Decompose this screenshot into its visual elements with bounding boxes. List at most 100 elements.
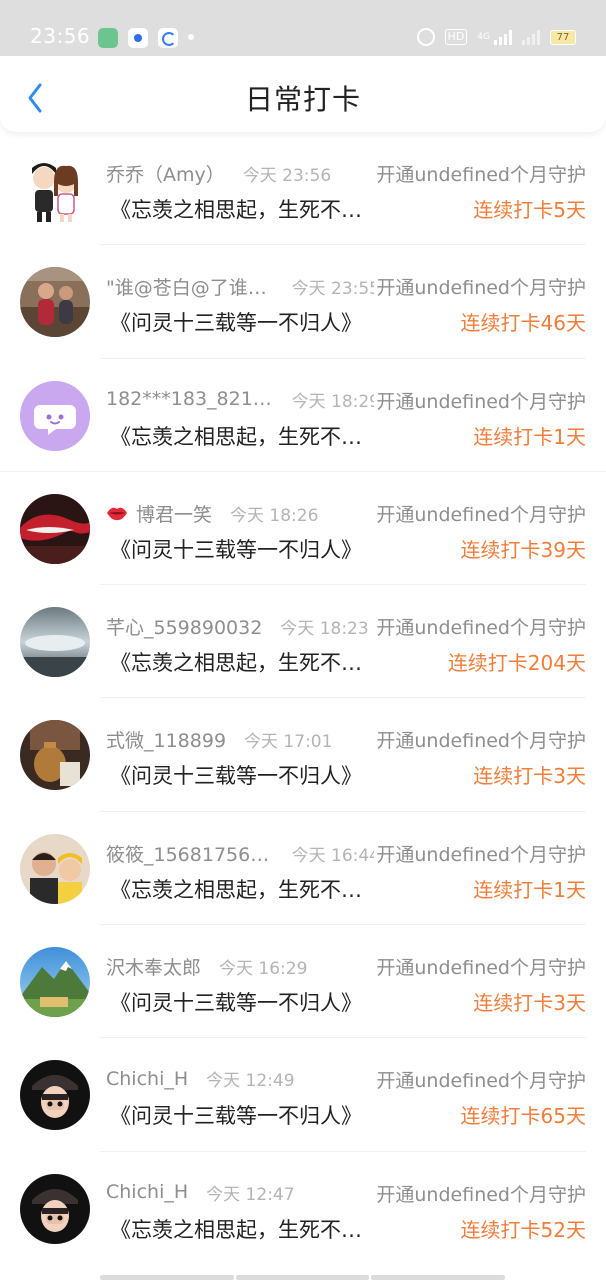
user-avatar[interactable]: [20, 607, 90, 678]
streak-count: 连续打卡3天: [473, 991, 586, 1016]
user-info: 博君一笑 今天 18:26: [106, 500, 380, 527]
default-chat-avatar: [20, 380, 90, 451]
guard-status: 开通undefined个月守护: [374, 273, 586, 301]
user-avatar[interactable]: [20, 493, 90, 564]
checkin-content: 《问灵十三载等一不归人》: [110, 311, 362, 336]
app-notification-icon: [158, 28, 178, 48]
username[interactable]: 筱筱_1568175686xx: [106, 840, 274, 867]
checkin-time: 今天 18:26: [230, 505, 319, 526]
checkin-time: 今天 18:29: [291, 391, 380, 412]
username[interactable]: 博君一笑: [136, 500, 212, 527]
checkin-content: 《忘羡之相思起，生死不离》: [110, 424, 382, 449]
hd-icon: HD: [444, 29, 468, 45]
username[interactable]: 乔乔（Amy）: [106, 160, 225, 187]
checkin-content: 《忘羡之相思起，生死不离》: [110, 651, 382, 676]
list-item[interactable]: 芊心_559890032 今天 18:23 开通undefined个月守护 《忘…: [0, 585, 606, 699]
signal-icon: [522, 29, 540, 45]
checkin-time: 今天 17:01: [244, 732, 333, 753]
girl-hat-avatar: [20, 1060, 90, 1131]
network-type-label: 4G: [477, 31, 490, 42]
app-notification-icon: [98, 28, 118, 48]
guard-status: 开通undefined个月守护: [374, 613, 586, 641]
app-notification-icon: [128, 28, 148, 48]
user-avatar[interactable]: [20, 1173, 90, 1244]
checkin-time: 今天 23:55: [291, 279, 380, 300]
more-notifications-icon: [188, 34, 194, 40]
page-title: 日常打卡: [244, 83, 361, 116]
checkin-content: 《问灵十三载等一不归人》: [110, 1104, 362, 1129]
username[interactable]: Chichi_H: [106, 1068, 188, 1090]
guard-status: 开通undefined个月守护: [374, 160, 586, 187]
bottom-scroll-indicator: [100, 1275, 506, 1280]
checkin-time: 今天 16:44: [291, 845, 380, 866]
user-avatar[interactable]: [20, 1060, 90, 1131]
user-info: 乔乔（Amy） 今天 23:56: [106, 160, 380, 187]
checkin-time: 今天 23:56: [242, 166, 332, 186]
couple-cartoon-avatar: [32, 163, 78, 222]
user-avatar[interactable]: [20, 154, 90, 224]
header-bar: 日常打卡: [0, 56, 606, 132]
list-item[interactable]: Chichi_H 今天 12:49 开通undefined个月守护 《问灵十三载…: [0, 1038, 606, 1152]
list-item[interactable]: Chichi_H 今天 12:47 开通undefined个月守护 《忘羡之相思…: [0, 1152, 606, 1265]
guard-status: 开通undefined个月守护: [374, 499, 586, 527]
user-info: 芊心_559890032 今天 18:23: [106, 613, 380, 640]
guard-status: 开通undefined个月守护: [374, 726, 586, 754]
list-item[interactable]: 博君一笑 今天 18:26 开通undefined个月守护 《问灵十三载等一不归…: [0, 472, 606, 586]
streak-count: 连续打卡5天: [473, 198, 586, 222]
user-info: 筱筱_1568175686xx 今天 16:44: [106, 840, 380, 867]
streak-count: 连续打卡3天: [473, 764, 586, 789]
user-info: Chichi_H 今天 12:47: [106, 1180, 380, 1205]
user-avatar[interactable]: [20, 720, 90, 791]
guard-status: 开通undefined个月守护: [374, 386, 586, 414]
jar-avatar: [20, 720, 90, 791]
user-avatar[interactable]: [20, 267, 90, 338]
lips-avatar: [20, 493, 90, 564]
checkin-content: 《问灵十三载等一不归人》: [110, 764, 362, 789]
user-avatar[interactable]: [20, 833, 90, 904]
mountain-avatar: [20, 947, 90, 1018]
checkin-list: 乔乔（Amy） 今天 23:56 开通undefined个月守护 《忘羡之相思起…: [0, 132, 606, 1265]
guard-status: 开通undefined个月守护: [374, 1066, 586, 1094]
streak-count: 连续打卡1天: [473, 424, 586, 449]
streak-count: 连续打卡39天: [460, 537, 586, 562]
list-item[interactable]: 182***183_82146920 今天 18:29 开通undefined个…: [0, 359, 606, 472]
guard-status: 开通undefined个月守护: [374, 953, 586, 981]
streak-count: 连续打卡46天: [460, 311, 586, 336]
status-time: 23:56: [30, 24, 91, 48]
checkin-content: 《忘羡之相思起，生死不离》: [110, 877, 382, 902]
user-info: Chichi_H 今天 12:49: [106, 1066, 380, 1092]
photo-avatar: [20, 267, 90, 338]
streak-count: 连续打卡204天: [447, 651, 586, 676]
streak-count: 连续打卡1天: [473, 877, 586, 902]
waterfall-avatar: [20, 607, 90, 678]
list-item[interactable]: "谁@苍白@了谁的青春" 今天 23:55 开通undefined个月守护 《问…: [0, 245, 606, 359]
list-item[interactable]: 乔乔（Amy） 今天 23:56 开通undefined个月守护 《忘羡之相思起…: [0, 132, 606, 246]
battery-icon: 77: [550, 29, 576, 45]
checkin-time: 今天 18:23: [280, 619, 369, 640]
username[interactable]: 式微_118899: [106, 726, 226, 753]
username[interactable]: "谁@苍白@了谁的青春": [106, 273, 274, 300]
signal-icon: [494, 29, 512, 45]
lips-icon: [107, 508, 127, 521]
checkin-content: 《忘羡之相思起，生死不离》: [110, 198, 382, 222]
user-info: 沢木奉太郎 今天 16:29: [106, 953, 380, 980]
user-info: "谁@苍白@了谁的青春" 今天 23:55: [106, 273, 380, 300]
username[interactable]: Chichi_H: [106, 1181, 188, 1203]
streak-count: 连续打卡65天: [460, 1104, 586, 1129]
user-avatar[interactable]: [20, 380, 90, 451]
status-bar: 23:56 HD 4G 77: [0, 0, 606, 56]
checkin-time: 今天 16:29: [219, 959, 308, 980]
family-photo-avatar: [20, 833, 90, 904]
username[interactable]: 芊心_559890032: [106, 613, 262, 640]
list-item[interactable]: 沢木奉太郎 今天 16:29 开通undefined个月守护 《问灵十三载等一不…: [0, 925, 606, 1039]
checkin-time: 今天 12:47: [206, 1184, 295, 1205]
user-avatar[interactable]: [20, 947, 90, 1018]
guard-status: 开通undefined个月守护: [374, 839, 586, 867]
checkin-time: 今天 12:49: [206, 1071, 295, 1092]
username[interactable]: 182***183_82146920: [106, 388, 274, 410]
user-info: 182***183_82146920 今天 18:29: [106, 387, 380, 412]
list-item[interactable]: 式微_118899 今天 17:01 开通undefined个月守护 《问灵十三…: [0, 698, 606, 812]
list-item[interactable]: 筱筱_1568175686xx 今天 16:44 开通undefined个月守护…: [0, 812, 606, 926]
checkin-content: 《问灵十三载等一不归人》: [110, 991, 362, 1016]
username[interactable]: 沢木奉太郎: [106, 953, 201, 980]
